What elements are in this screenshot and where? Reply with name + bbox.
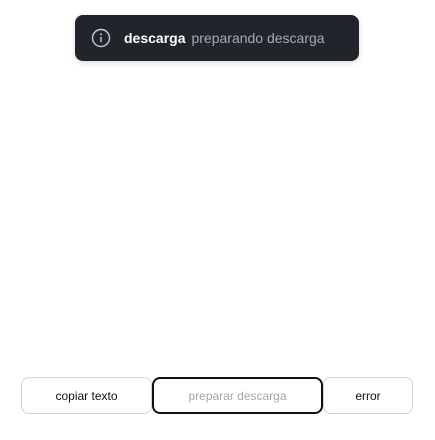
toast-message: preparando descarga (191, 30, 325, 46)
button-bar: copiar texto preparar descarga error (21, 377, 413, 414)
copy-text-button[interactable]: copiar texto (21, 377, 152, 414)
prepare-download-button[interactable]: preparar descarga (152, 377, 323, 414)
page: descarga preparando descarga copiar text… (0, 0, 435, 440)
toast-title: descarga (124, 30, 186, 46)
error-button[interactable]: error (323, 377, 413, 414)
info-circle-icon (90, 27, 112, 49)
download-toast: descarga preparando descarga (75, 15, 359, 61)
